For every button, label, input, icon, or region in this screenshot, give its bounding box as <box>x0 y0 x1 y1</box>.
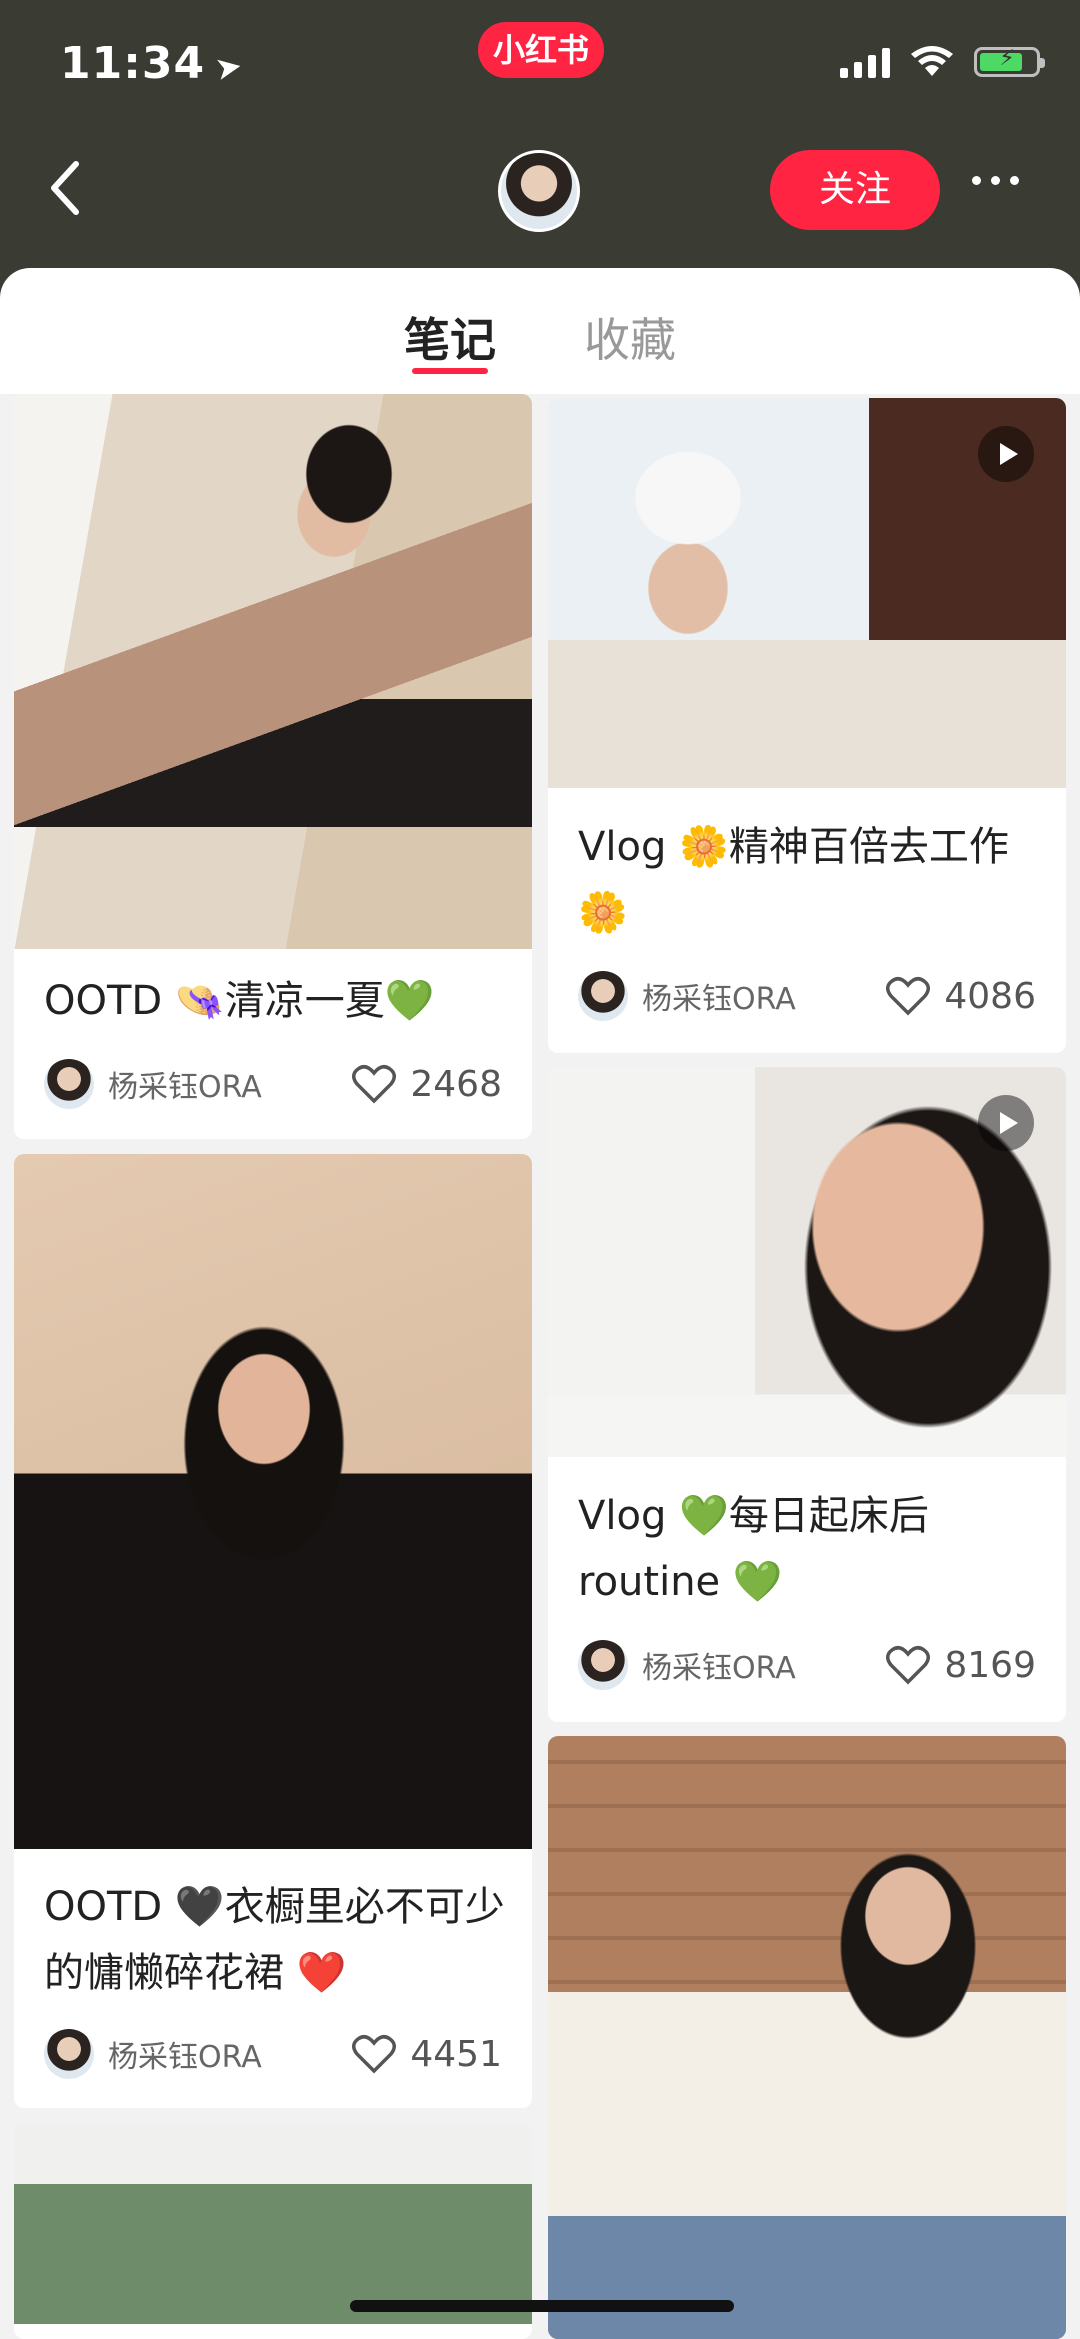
status-time-text: 11:34 <box>60 38 206 89</box>
note-card[interactable]: OOTD 👒清凉一夏💚 杨采钰ORA 2468 <box>14 394 532 1139</box>
heart-icon[interactable] <box>886 1645 931 1685</box>
note-cover-image <box>14 1154 532 1849</box>
author-avatar <box>44 2029 94 2079</box>
app-badge: 小红书 <box>478 22 604 78</box>
heart-icon[interactable] <box>352 2034 397 2074</box>
play-icon <box>978 1095 1034 1151</box>
more-dots-icon[interactable] <box>972 176 1019 185</box>
note-meta: 杨采钰ORA 8169 <box>578 1635 1036 1695</box>
note-title: Vlog 🌼精神百倍去工作🌼 <box>578 824 1009 936</box>
wifi-icon <box>910 46 954 78</box>
back-button[interactable] <box>46 158 86 218</box>
author-name: 杨采钰ORA <box>108 1070 262 1105</box>
heart-icon[interactable] <box>352 1064 397 1104</box>
author-avatar <box>578 1640 628 1690</box>
note-card[interactable]: OOTD 🖤衣橱里必不可少的慵懒碎花裙 ❤️ 杨采钰ORA 4451 <box>14 1154 532 2108</box>
like-count: 8169 <box>944 1644 1036 1686</box>
back-chevron-icon <box>51 161 79 215</box>
battery-icon: ⚡ <box>974 46 1045 77</box>
note-card[interactable] <box>548 1736 1066 2339</box>
note-card[interactable]: Vlog 🌼精神百倍去工作🌼 杨采钰ORA 4086 <box>548 398 1066 1053</box>
note-cover-image <box>14 2124 532 2324</box>
author-name: 杨采钰ORA <box>642 1651 796 1686</box>
note-cover-image <box>548 1736 1066 2339</box>
note-title: Vlog 💚每日起床后routine 💚 <box>578 1493 929 1605</box>
note-meta: 杨采钰ORA 2468 <box>44 1054 502 1114</box>
note-meta: 杨采钰ORA 4086 <box>578 966 1036 1026</box>
tab-collections[interactable]: 收藏 <box>584 304 676 370</box>
like-count: 4451 <box>410 2033 502 2075</box>
note-card[interactable]: Vlog 💚每日起床后routine 💚 杨采钰ORA 8169 <box>548 1067 1066 1722</box>
tab-bar: 笔记 收藏 <box>0 268 1080 394</box>
author-avatar <box>578 971 628 1021</box>
author-avatar <box>44 1059 94 1109</box>
author-name: 杨采钰ORA <box>642 982 796 1017</box>
note-title: OOTD 🖤衣橱里必不可少的慵懒碎花裙 ❤️ <box>44 1884 505 1996</box>
status-icons: ⚡ <box>840 46 1045 78</box>
note-meta: 杨采钰ORA 4451 <box>44 2024 502 2084</box>
profile-avatar[interactable] <box>498 150 580 232</box>
location-arrow-icon: ➤ <box>211 45 246 89</box>
author-name: 杨采钰ORA <box>108 2040 262 2075</box>
tab-notes[interactable]: 笔记 <box>404 304 496 370</box>
status-time: 11:34 ➤ <box>60 38 246 89</box>
like-count: 4086 <box>944 975 1036 1017</box>
note-title: OOTD 👒清凉一夏💚 <box>44 978 435 1024</box>
heart-icon[interactable] <box>886 976 931 1016</box>
active-tab-indicator <box>412 368 488 374</box>
profile-header: 11:34 ➤ 小红书 ⚡ 关注 <box>0 0 1080 300</box>
home-indicator[interactable] <box>350 2300 734 2312</box>
like-count: 2468 <box>410 1063 502 1105</box>
play-icon <box>978 426 1034 482</box>
follow-button[interactable]: 关注 <box>770 150 940 230</box>
note-cover-image <box>14 394 532 949</box>
cellular-signal-icon <box>840 46 890 78</box>
